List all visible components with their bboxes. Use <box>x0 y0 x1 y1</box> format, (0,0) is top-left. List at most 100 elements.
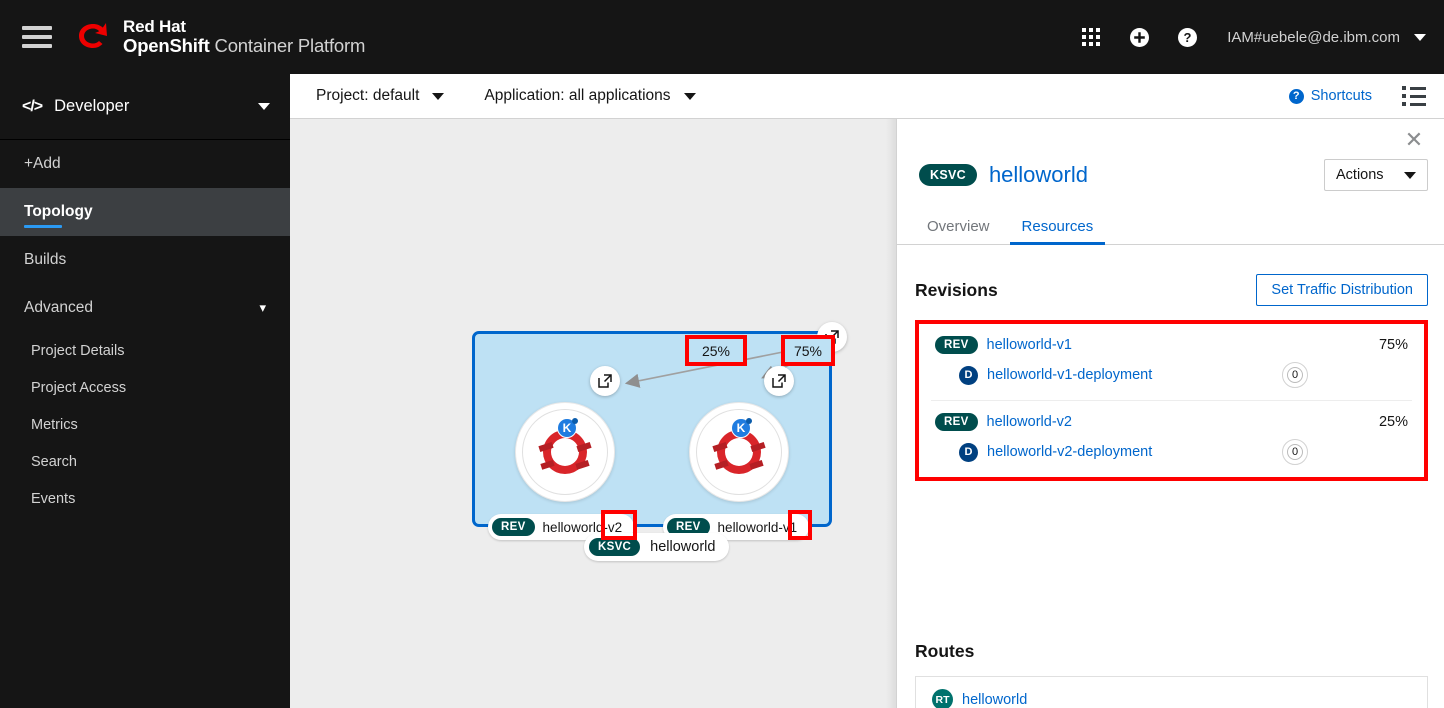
tab-resources[interactable]: Resources <box>1009 207 1106 245</box>
set-traffic-distribution-button[interactable]: Set Traffic Distribution <box>1256 274 1428 306</box>
application-selector[interactable]: Application: all applications <box>484 87 696 105</box>
brand-platform-text: Container Platform <box>214 35 366 57</box>
resource-side-panel: ✕ KSVC helloworld Actions Overview Resou… <box>896 119 1444 708</box>
route-name-link[interactable]: helloworld <box>962 692 1027 708</box>
pod-count-ring[interactable]: 0 <box>1282 362 1308 388</box>
ksvc-badge: KSVC <box>919 164 977 186</box>
rev-badge: REV <box>492 518 535 536</box>
close-icon[interactable]: ✕ <box>1402 129 1426 153</box>
svg-text:?: ? <box>1183 30 1191 45</box>
sidebar-item-events[interactable]: Events <box>0 480 290 517</box>
traffic-label-v1: 75% <box>781 335 835 366</box>
shortcuts-label: Shortcuts <box>1310 88 1372 104</box>
revision-name-link[interactable]: helloworld-v1 <box>987 337 1072 353</box>
revisions-list: REV helloworld-v1 75% D helloworld-v1-de… <box>915 320 1428 481</box>
group-name-label: helloworld <box>650 539 716 555</box>
deployment-name-link[interactable]: helloworld-v1-deployment <box>987 367 1152 383</box>
sidebar-item-label: Metrics <box>31 416 78 433</box>
grid-apps-icon[interactable] <box>1067 13 1115 61</box>
openshift-topology-page: Red Hat OpenShift Container Platform ? I… <box>0 0 1444 708</box>
sidebar-item-project-details[interactable]: Project Details <box>0 332 290 369</box>
revisions-title: Revisions <box>915 279 998 300</box>
node-v2-external-link-icon[interactable] <box>590 366 620 396</box>
plus-circle-icon[interactable] <box>1115 13 1163 61</box>
rev-badge: REV <box>935 336 978 354</box>
chevron-down-icon <box>1414 33 1426 41</box>
sidebar-item-search[interactable]: Search <box>0 443 290 480</box>
sidebar-item-label: Project Details <box>31 342 125 359</box>
brand-redhat-text: Red Hat <box>123 17 186 37</box>
revisions-header: Revisions Set Traffic Distribution <box>915 274 1428 306</box>
code-brackets-icon: </> <box>22 97 43 115</box>
toolbar-right: ? Shortcuts <box>1288 86 1426 106</box>
revision-traffic-percent: 75% <box>1378 337 1408 353</box>
question-circle-icon[interactable]: ? <box>1163 13 1211 61</box>
topology-node-helloworld-v1[interactable]: K <box>689 402 789 502</box>
actions-button[interactable]: Actions <box>1324 159 1428 191</box>
knative-badge-icon: K <box>557 418 578 438</box>
ksvc-badge: KSVC <box>589 538 641 556</box>
page-title[interactable]: helloworld <box>989 162 1088 188</box>
revisions-section: Revisions Set Traffic Distribution REV h… <box>915 274 1428 481</box>
chevron-down-icon <box>683 92 696 100</box>
question-circle-icon: ? <box>1288 88 1304 104</box>
perspective-switcher[interactable]: </> Developer <box>0 74 290 140</box>
traffic-label-v2: 25% <box>685 335 747 366</box>
revision-name-link[interactable]: helloworld-v2 <box>987 414 1072 430</box>
application-selector-label: Application: all applications <box>484 87 671 104</box>
tab-label: Overview <box>927 217 990 235</box>
list-view-icon[interactable] <box>1402 86 1426 106</box>
sidebar-item-label: +Add <box>24 155 61 172</box>
sidebar-item-builds[interactable]: Builds <box>0 236 290 284</box>
sidebar-item-add[interactable]: +Add <box>0 140 290 188</box>
sidebar-item-label: Project Access <box>31 379 127 396</box>
topology-canvas[interactable]: K REV helloworld-v2 K REV helloworld-v1 … <box>290 119 896 708</box>
deployment-name-link[interactable]: helloworld-v2-deployment <box>987 444 1152 460</box>
project-selector[interactable]: Project: default <box>316 87 445 105</box>
tab-label: Resources <box>1021 217 1094 235</box>
sidebar-item-label: Search <box>31 453 77 470</box>
sidebar-item-project-access[interactable]: Project Access <box>0 369 290 406</box>
shortcuts-button[interactable]: ? Shortcuts <box>1288 88 1372 104</box>
highlight-box-v2-suffix <box>601 510 637 540</box>
sidebar-item-topology[interactable]: Topology <box>0 188 290 236</box>
user-menu[interactable]: IAM#uebele@de.ibm.com <box>1227 29 1426 46</box>
pod-count-value: 0 <box>1291 446 1299 458</box>
route-card: RT helloworld Location: http://helloworl… <box>915 676 1428 708</box>
username-label: IAM#uebele@de.ibm.com <box>1227 28 1400 46</box>
panel-header: KSVC helloworld Actions <box>919 159 1428 191</box>
chevron-down-icon: ▾ <box>259 300 266 315</box>
hamburger-icon[interactable] <box>22 26 52 48</box>
sidebar-item-advanced[interactable]: Advanced ▾ <box>0 284 290 332</box>
chevron-down-icon <box>258 103 270 110</box>
sidebar-item-metrics[interactable]: Metrics <box>0 406 290 443</box>
sidebar-item-label: Topology <box>24 203 93 220</box>
rt-badge: RT <box>932 689 953 708</box>
panel-tabs: Overview Resources <box>897 207 1444 245</box>
topology-node-helloworld-v2[interactable]: K <box>515 402 615 502</box>
actions-label: Actions <box>1336 167 1384 183</box>
sidebar-item-label: Builds <box>24 251 67 268</box>
deployment-badge-icon: D <box>959 442 978 462</box>
sidebar-item-label: Events <box>31 490 76 507</box>
brand-openshift-text: OpenShift <box>123 35 210 57</box>
pod-count-value: 0 <box>1291 369 1299 381</box>
perspective-label: Developer <box>54 97 130 115</box>
rev-badge: REV <box>935 413 978 431</box>
highlight-box-v1-suffix <box>788 510 812 540</box>
pod-count-ring[interactable]: 0 <box>1282 439 1308 465</box>
revision-row-v1: REV helloworld-v1 75% D helloworld-v1-de… <box>919 324 1424 400</box>
routes-title: Routes <box>915 641 975 661</box>
brand-logo[interactable]: Red Hat OpenShift Container Platform <box>72 17 365 57</box>
knative-badge-icon: K <box>731 418 752 438</box>
chevron-down-icon <box>432 92 445 100</box>
chevron-down-icon <box>1404 171 1416 179</box>
masthead: Red Hat OpenShift Container Platform ? I… <box>0 0 1444 74</box>
project-selector-label: Project: default <box>316 87 420 104</box>
tab-overview[interactable]: Overview <box>915 207 1002 245</box>
masthead-actions: ? IAM#uebele@de.ibm.com <box>1067 13 1444 61</box>
deployment-badge-icon: D <box>959 365 978 385</box>
revision-traffic-percent: 25% <box>1378 414 1408 430</box>
node-v1-external-link-icon[interactable] <box>764 366 794 396</box>
deployment-row: D helloworld-v1-deployment 0 <box>919 358 1424 400</box>
